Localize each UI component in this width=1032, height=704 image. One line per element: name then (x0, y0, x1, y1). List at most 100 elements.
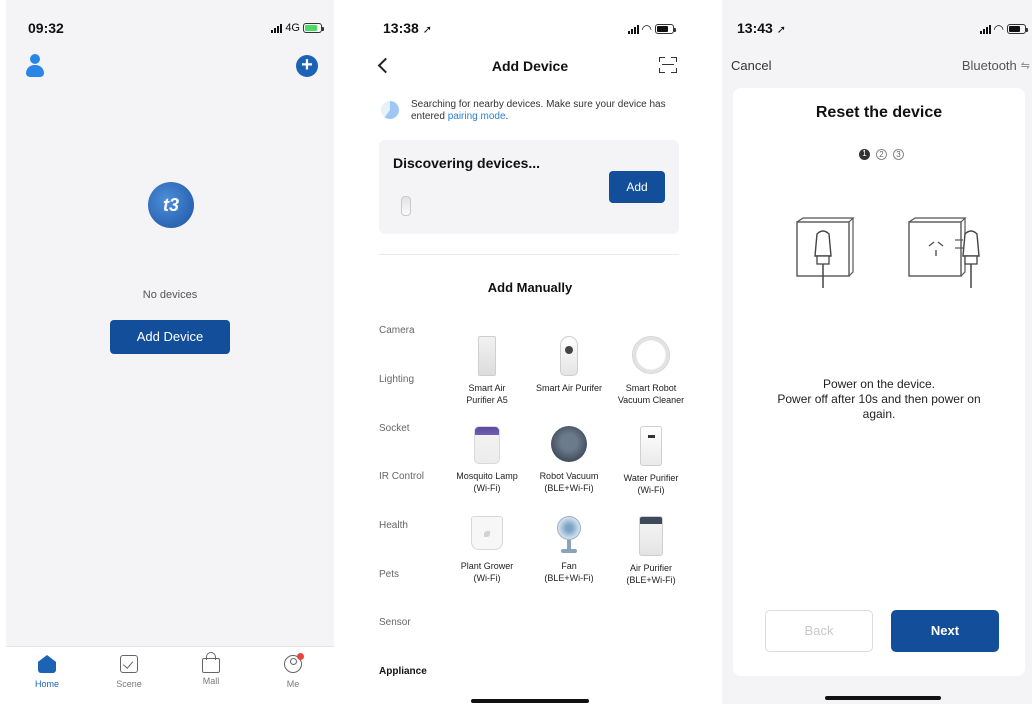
device-label: Smart Air (468, 383, 506, 393)
device-smart-air-purifer[interactable]: Smart Air Purifer (528, 336, 610, 394)
device-smart-air-purifier-a5[interactable]: Smart Air Purifier A5 (446, 336, 528, 406)
battery-charging-icon (303, 23, 324, 33)
air-purifier-dark-top-icon (639, 516, 663, 556)
category-pets[interactable]: Pets (379, 569, 399, 580)
add-device-button[interactable]: Add Device (110, 320, 230, 354)
device-sublabel: (Wi-Fi) (637, 485, 665, 495)
tab-mall[interactable]: Mall (170, 647, 252, 704)
step-1: 1 (859, 149, 870, 160)
category-camera[interactable]: Camera (379, 325, 415, 336)
device-sublabel: (BLE+Wi-Fi) (544, 573, 594, 583)
add-manually-title: Add Manually (487, 280, 573, 295)
status-time-text: 13:43 (737, 20, 773, 36)
device-smart-robot-vacuum[interactable]: Smart Robot Vacuum Cleaner (610, 336, 692, 406)
instruction-line-1: Power on the device. (822, 377, 936, 391)
robot-vacuum-dark-icon (551, 426, 587, 462)
plug-in-socket-illustration (796, 217, 855, 288)
user-avatar-icon[interactable] (24, 54, 46, 78)
reset-device-screen: 13:43 ➚ ◠ Cancel Bluetooth ⇋ Reset the d… (722, 0, 1032, 704)
bottom-tab-bar: Home Scene Mall Me (6, 646, 334, 704)
status-time: 13:43 ➚ (737, 20, 786, 36)
scan-qr-icon[interactable] (659, 57, 677, 73)
home-indicator (471, 699, 589, 703)
category-ir-control[interactable]: IR Control (379, 471, 424, 482)
category-sensor[interactable]: Sensor (379, 617, 411, 628)
air-purifier-icon (478, 336, 496, 376)
add-discovered-button[interactable]: Add (609, 171, 665, 203)
search-info-text: Searching for nearby devices. Make sure … (411, 99, 681, 123)
category-lighting[interactable]: Lighting (379, 374, 414, 385)
mosquito-lamp-icon (474, 426, 500, 464)
reset-panel: Reset the device 1 2 3 Power on the devi… (733, 88, 1025, 676)
location-arrow-icon: ➚ (776, 24, 786, 36)
empty-state-text: No devices (142, 289, 198, 301)
discovering-title: Discovering devices... (393, 155, 541, 171)
device-label: Smart Air Purifer (535, 383, 602, 393)
device-air-purifier-ble[interactable]: Air Purifier (BLE+Wi-Fi) (610, 516, 692, 586)
tab-me[interactable]: Me (252, 647, 334, 704)
tab-mall-label: Mall (202, 676, 220, 686)
profile-icon (284, 653, 304, 673)
home-screen: 09:32 4G + t3 No devices Add Device Home… (6, 0, 334, 704)
discovered-device-icon (401, 196, 411, 216)
water-purifier-icon (640, 426, 662, 466)
tab-scene[interactable]: Scene (88, 647, 170, 704)
page-title: Add Device (491, 58, 569, 74)
signal-icon (979, 24, 991, 34)
back-button[interactable]: Back (765, 610, 873, 652)
discovering-card: Discovering devices... Add (379, 140, 679, 234)
section-divider (379, 254, 679, 255)
device-label: Mosquito Lamp (456, 471, 518, 481)
device-sublabel: Purifier A5 (466, 395, 508, 405)
device-sublabel: (BLE+Wi-Fi) (544, 483, 594, 493)
tab-home[interactable]: Home (6, 647, 88, 704)
device-sublabel: (Wi-Fi) (473, 573, 501, 583)
tab-home-label: Home (34, 679, 59, 689)
device-water-purifier[interactable]: Water Purifier (Wi-Fi) (610, 426, 692, 496)
device-label: Air Purifier (629, 563, 672, 573)
device-mosquito-lamp[interactable]: Mosquito Lamp (Wi-Fi) (446, 426, 528, 494)
device-sublabel: (Wi-Fi) (473, 483, 501, 493)
location-arrow-icon: ➚ (422, 24, 432, 36)
battery-icon (1007, 24, 1028, 34)
device-label: Fan (561, 561, 577, 571)
mall-bag-icon (202, 652, 220, 673)
device-label: Plant Grower (460, 561, 514, 571)
status-time: 09:32 (28, 20, 64, 36)
tab-me-label: Me (286, 679, 300, 689)
network-label: 4G (285, 22, 300, 34)
next-button[interactable]: Next (891, 610, 999, 652)
status-indicators: ◠ (979, 22, 1028, 36)
category-socket[interactable]: Socket (379, 423, 410, 434)
device-fan[interactable]: Fan (BLE+Wi-Fi) (528, 516, 610, 584)
wifi-icon: ◠ (993, 22, 1004, 36)
signal-icon (627, 24, 639, 34)
step-2: 2 (876, 149, 887, 160)
device-label: Robot Vacuum (539, 471, 599, 481)
device-robot-vacuum-ble[interactable]: Robot Vacuum (BLE+Wi-Fi) (528, 426, 610, 494)
status-indicators: 4G (271, 22, 324, 34)
cancel-button[interactable]: Cancel (731, 58, 771, 73)
battery-icon (655, 24, 676, 34)
plant-grower-icon (471, 516, 503, 550)
home-icon (38, 655, 56, 673)
signal-icon (271, 23, 283, 33)
wifi-icon: ◠ (641, 22, 652, 36)
info-suffix: . (505, 111, 509, 122)
reset-instructions: Power on the device. Power off after 10s… (733, 377, 1025, 422)
category-health[interactable]: Health (379, 520, 408, 531)
step-3: 3 (893, 149, 904, 160)
mode-switch[interactable]: Bluetooth ⇋ (962, 58, 1030, 73)
tab-scene-label: Scene (116, 679, 142, 689)
add-plus-icon[interactable]: + (296, 55, 318, 77)
category-appliance[interactable]: Appliance (379, 666, 427, 677)
device-sublabel: Vacuum Cleaner (617, 395, 685, 405)
add-device-screen: 13:38 ➚ ◠ Add Device Searching for nearb… (366, 0, 694, 704)
air-purifier-round-icon (560, 336, 578, 376)
pairing-mode-link[interactable]: pairing mode (448, 111, 506, 122)
status-indicators: ◠ (627, 22, 676, 36)
home-indicator (825, 696, 941, 700)
unplug-socket-illustration (908, 217, 980, 288)
robot-vacuum-white-icon (632, 336, 670, 374)
device-plant-grower[interactable]: Plant Grower (Wi-Fi) (446, 516, 528, 584)
